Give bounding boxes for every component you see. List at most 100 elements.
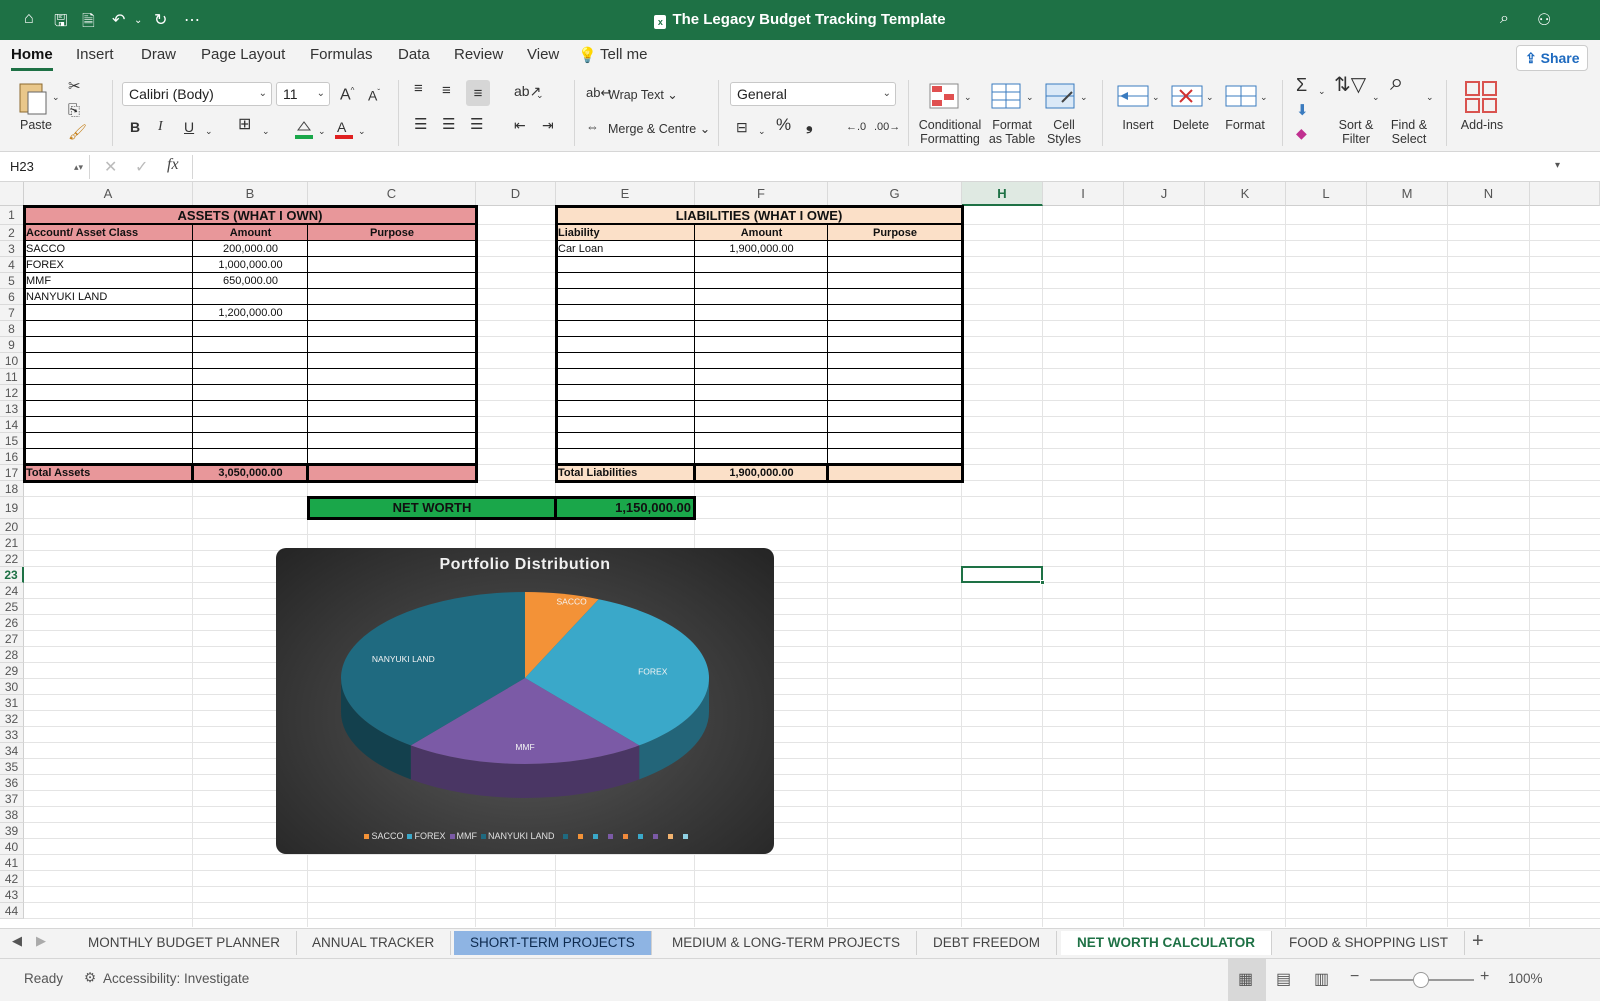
name-box[interactable]: H23 ▴▾ bbox=[4, 155, 90, 179]
find-select-label[interactable]: Find & Select bbox=[1386, 118, 1432, 146]
insert-cells-label[interactable]: Insert bbox=[1116, 118, 1160, 132]
scroll-tabs-right-icon[interactable]: ▶ bbox=[36, 933, 46, 949]
row-header-27[interactable]: 27 bbox=[0, 631, 24, 647]
row-header-25[interactable]: 25 bbox=[0, 599, 24, 615]
row-header-41[interactable]: 41 bbox=[0, 855, 24, 871]
find-icon[interactable]: ⌕ bbox=[1390, 71, 1403, 95]
number-format-select[interactable]: General ⌄ bbox=[730, 82, 896, 106]
scroll-tabs-left-icon[interactable]: ◀ bbox=[12, 933, 22, 949]
column-header-e[interactable]: E bbox=[556, 182, 695, 206]
zoom-out-icon[interactable]: − bbox=[1350, 968, 1359, 986]
decrease-decimal-icon[interactable]: .00→ bbox=[874, 120, 900, 134]
autosum-icon[interactable]: Σ bbox=[1296, 76, 1307, 94]
column-header-c[interactable]: C bbox=[308, 182, 476, 206]
comma-style-icon[interactable]: ❟ bbox=[806, 116, 813, 133]
row-header-7[interactable]: 7 bbox=[0, 305, 24, 321]
row-header-1[interactable]: 1 bbox=[0, 206, 24, 225]
row-header-15[interactable]: 15 bbox=[0, 433, 24, 449]
row-header-2[interactable]: 2 bbox=[0, 225, 24, 241]
merge-icon[interactable]: ⇔ bbox=[586, 120, 599, 134]
row-header-33[interactable]: 33 bbox=[0, 727, 24, 743]
tab-page-layout[interactable]: Page Layout bbox=[201, 46, 285, 63]
tab-insert[interactable]: Insert bbox=[76, 46, 114, 63]
accounting-dropdown-icon[interactable]: ⌄ bbox=[758, 124, 766, 138]
column-header-g[interactable]: G bbox=[828, 182, 962, 206]
row-header-31[interactable]: 31 bbox=[0, 695, 24, 711]
sheet-tab-debt-freedom[interactable]: DEBT FREEDOM bbox=[917, 931, 1058, 955]
row-header-3[interactable]: 3 bbox=[0, 241, 24, 257]
row-header-23[interactable]: 23 bbox=[0, 567, 24, 583]
row-header-26[interactable]: 26 bbox=[0, 615, 24, 631]
row-header-4[interactable]: 4 bbox=[0, 257, 24, 273]
row-header-44[interactable]: 44 bbox=[0, 903, 24, 919]
decrease-indent-icon[interactable]: ⇤ bbox=[514, 118, 526, 132]
tab-data[interactable]: Data bbox=[398, 46, 430, 63]
format-dropdown-icon[interactable]: ⌄ bbox=[1260, 90, 1268, 104]
conditional-formatting-icon[interactable] bbox=[928, 82, 960, 110]
column-header-m[interactable]: M bbox=[1367, 182, 1448, 206]
fill-handle[interactable] bbox=[1040, 580, 1045, 585]
underline-dropdown-icon[interactable]: ⌄ bbox=[205, 124, 213, 138]
enter-icon[interactable]: ✓ bbox=[135, 157, 148, 177]
row-header-8[interactable]: 8 bbox=[0, 321, 24, 337]
row-header-14[interactable]: 14 bbox=[0, 417, 24, 433]
insert-cells-icon[interactable] bbox=[1116, 82, 1150, 110]
row-header-5[interactable]: 5 bbox=[0, 273, 24, 289]
align-middle-icon[interactable]: ≡ bbox=[442, 83, 451, 98]
row-header-34[interactable]: 34 bbox=[0, 743, 24, 759]
row-header-24[interactable]: 24 bbox=[0, 583, 24, 599]
tab-draw[interactable]: Draw bbox=[141, 46, 176, 63]
autosum-dropdown-icon[interactable]: ⌄ bbox=[1318, 84, 1326, 98]
sort-dropdown-icon[interactable]: ⌄ bbox=[1372, 90, 1380, 104]
italic-icon[interactable]: I bbox=[158, 120, 163, 134]
align-center-icon[interactable]: ☰ bbox=[442, 117, 455, 132]
row-header-12[interactable]: 12 bbox=[0, 385, 24, 401]
decrease-font-icon[interactable]: Aˇ bbox=[368, 86, 380, 103]
zoom-slider-thumb[interactable] bbox=[1413, 972, 1429, 988]
accessibility-status[interactable]: Accessibility: Investigate bbox=[103, 971, 249, 986]
fill-color-icon[interactable] bbox=[294, 118, 314, 140]
tab-review[interactable]: Review bbox=[454, 46, 503, 63]
find-dropdown-icon[interactable]: ⌄ bbox=[1426, 90, 1434, 104]
column-header-i[interactable]: I bbox=[1043, 182, 1124, 206]
cell-styles-dropdown-icon[interactable]: ⌄ bbox=[1080, 90, 1088, 104]
align-right-icon[interactable]: ☰ bbox=[470, 117, 483, 132]
sheet-tab-medium-long-term[interactable]: MEDIUM & LONG-TERM PROJECTS bbox=[656, 931, 918, 955]
page-break-view-icon[interactable]: ▥ bbox=[1314, 969, 1329, 989]
row-header-21[interactable]: 21 bbox=[0, 535, 24, 551]
row-header-38[interactable]: 38 bbox=[0, 807, 24, 823]
spreadsheet-grid[interactable]: ABCDEFGHIJKLMN 1 2 3 4 5 6 7 8 9 10 11 12 13 14 15 16 17… bbox=[0, 182, 1600, 927]
tab-view[interactable]: View bbox=[527, 46, 559, 63]
zoom-level[interactable]: 100% bbox=[1508, 971, 1543, 986]
insert-dropdown-icon[interactable]: ⌄ bbox=[1152, 90, 1160, 104]
sheet-tab-short-term[interactable]: SHORT-TERM PROJECTS bbox=[454, 931, 652, 955]
row-header-36[interactable]: 36 bbox=[0, 775, 24, 791]
font-color-dropdown-icon[interactable]: ⌄ bbox=[358, 124, 366, 138]
row-header-20[interactable]: 20 bbox=[0, 519, 24, 535]
column-header-n[interactable]: N bbox=[1448, 182, 1530, 206]
selected-cell-cursor[interactable] bbox=[961, 566, 1045, 585]
format-as-table-label[interactable]: Format as Table bbox=[986, 118, 1038, 146]
increase-decimal-icon[interactable]: ←.0 bbox=[846, 120, 866, 134]
row-header-40[interactable]: 40 bbox=[0, 839, 24, 855]
zoom-in-icon[interactable]: + bbox=[1480, 968, 1489, 986]
select-all-corner[interactable] bbox=[0, 182, 24, 206]
column-header-a[interactable]: A bbox=[24, 182, 193, 206]
sheet-tab-monthly-budget[interactable]: MONTHLY BUDGET PLANNER bbox=[72, 931, 298, 955]
format-table-dropdown-icon[interactable]: ⌄ bbox=[1026, 90, 1034, 104]
column-header-f[interactable]: F bbox=[695, 182, 828, 206]
normal-view-icon[interactable]: ▦ bbox=[1238, 969, 1253, 989]
align-bottom-icon[interactable]: ≡ bbox=[466, 80, 490, 106]
sort-filter-icon[interactable]: ⇅▽ bbox=[1334, 75, 1366, 95]
orientation-dropdown-icon[interactable]: ⌄ bbox=[536, 88, 544, 102]
column-header-h[interactable]: H bbox=[962, 182, 1043, 206]
expand-formula-icon[interactable]: ▾ bbox=[1555, 160, 1560, 171]
addins-icon[interactable] bbox=[1464, 80, 1498, 114]
increase-indent-icon[interactable]: ⇥ bbox=[542, 118, 554, 132]
account-icon[interactable]: ⚇ bbox=[1537, 10, 1551, 30]
font-name-select[interactable]: Calibri (Body) ⌄ bbox=[122, 82, 272, 106]
delete-dropdown-icon[interactable]: ⌄ bbox=[1206, 90, 1214, 104]
row-header-42[interactable]: 42 bbox=[0, 871, 24, 887]
row-header-30[interactable]: 30 bbox=[0, 679, 24, 695]
formula-input[interactable] bbox=[192, 155, 1552, 179]
